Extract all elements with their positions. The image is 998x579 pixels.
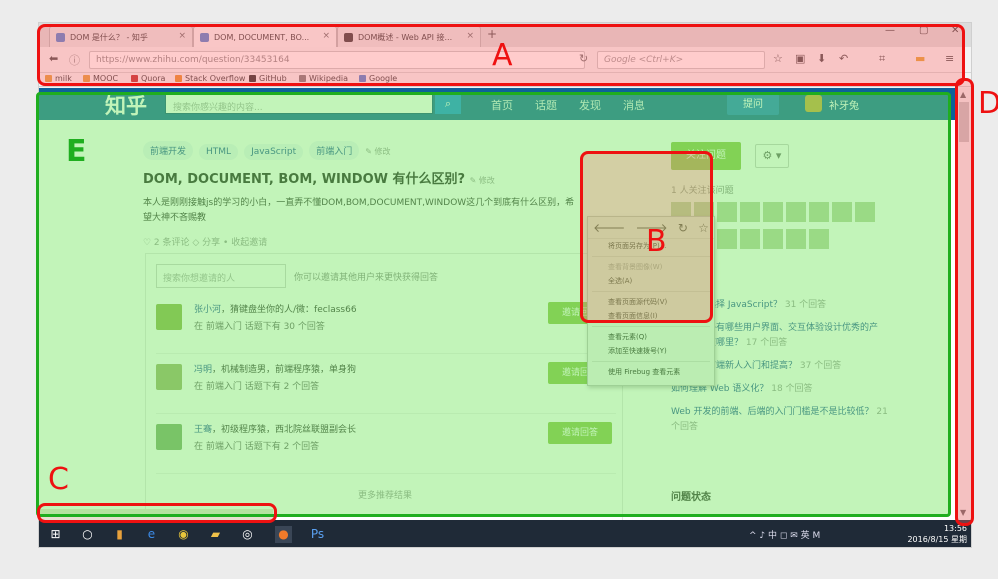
windows-start-icon[interactable]: ⊞ <box>47 526 64 543</box>
media-icon[interactable]: ◎ <box>239 526 256 543</box>
label-d: D <box>978 86 998 121</box>
firefox-icon[interactable]: ● <box>275 526 292 543</box>
screenshot-stage: DOM 是什么？ - 知乎 × DOM, DOCUMENT, BO... × D… <box>0 0 998 579</box>
file-app-icon[interactable]: ▮ <box>111 526 128 543</box>
label-a: A <box>492 38 513 73</box>
chrome-icon[interactable]: ◉ <box>175 526 192 543</box>
label-b: B <box>646 224 667 259</box>
label-e: E <box>66 134 87 169</box>
region-c-box <box>37 503 277 523</box>
region-d-box <box>955 78 974 526</box>
clock-time: 13:56 <box>943 524 967 533</box>
system-tray[interactable]: ^ ♪ 中 ◻ ✉ 英 M <box>749 528 820 541</box>
clock-date: 2016/8/15 星期一 <box>907 535 967 547</box>
label-c: C <box>48 462 69 497</box>
taskbar: ⊞ ○ ▮ e ◉ ▰ ◎ ● Ps ^ ♪ 中 ◻ ✉ 英 M 13:56 2… <box>39 520 971 547</box>
cortana-icon[interactable]: ○ <box>79 526 96 543</box>
region-e-box <box>36 92 951 517</box>
folder-icon[interactable]: ▰ <box>207 526 224 543</box>
photoshop-icon[interactable]: Ps <box>309 526 326 543</box>
clock[interactable]: 13:56 2016/8/15 星期一 <box>901 523 967 547</box>
edge-icon[interactable]: e <box>143 526 160 543</box>
